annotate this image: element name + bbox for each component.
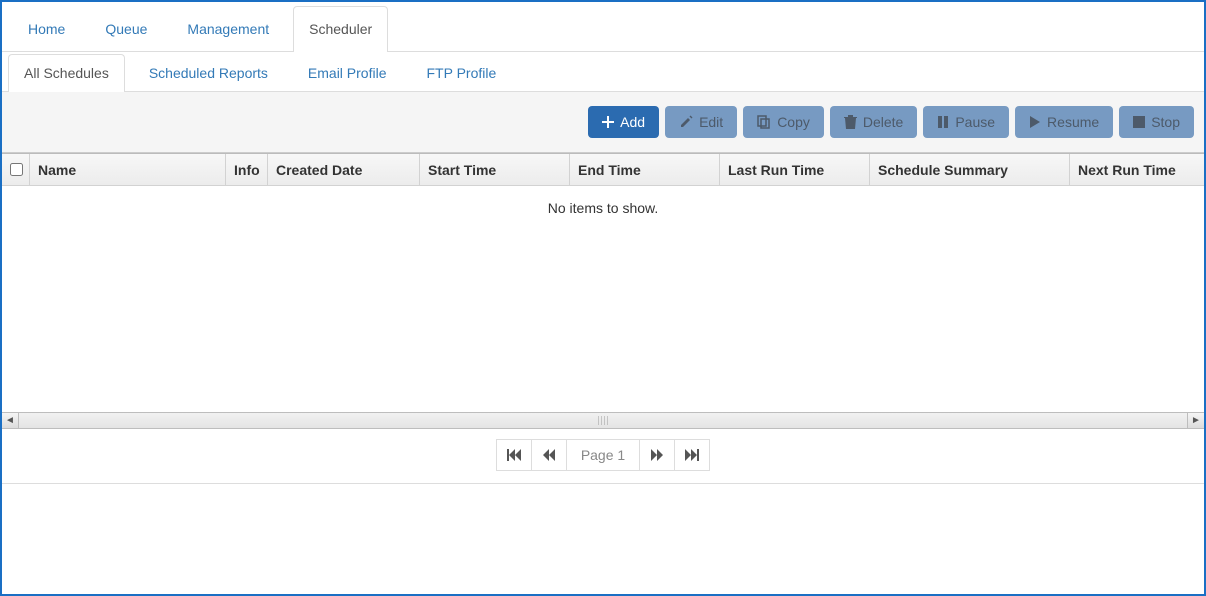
tab-management[interactable]: Management bbox=[171, 6, 285, 51]
pencil-icon bbox=[679, 115, 693, 129]
pager: Page 1 bbox=[2, 429, 1204, 484]
subtab-scheduled-reports[interactable]: Scheduled Reports bbox=[133, 54, 284, 91]
add-button-label: Add bbox=[620, 114, 645, 130]
stop-button[interactable]: Stop bbox=[1119, 106, 1194, 138]
pager-last-button[interactable] bbox=[674, 439, 710, 471]
pause-button-label: Pause bbox=[955, 114, 995, 130]
grid-body: No items to show. bbox=[2, 186, 1204, 412]
stop-button-label: Stop bbox=[1151, 114, 1180, 130]
resume-button[interactable]: Resume bbox=[1015, 106, 1113, 138]
column-created-date[interactable]: Created Date bbox=[268, 154, 420, 185]
subtab-ftp-profile[interactable]: FTP Profile bbox=[411, 54, 513, 91]
column-last-run-time[interactable]: Last Run Time bbox=[720, 154, 870, 185]
grid-header: Name Info Created Date Start Time End Ti… bbox=[2, 154, 1204, 186]
sub-tabs: All Schedules Scheduled Reports Email Pr… bbox=[2, 52, 1204, 92]
toolbar: Add Edit Copy Delete Pause bbox=[2, 92, 1204, 153]
prev-page-icon bbox=[543, 449, 555, 461]
app-frame: Home Queue Management Scheduler All Sche… bbox=[0, 0, 1206, 596]
column-info[interactable]: Info bbox=[226, 154, 268, 185]
scroll-grip-icon bbox=[598, 416, 608, 425]
copy-button[interactable]: Copy bbox=[743, 106, 824, 138]
resume-button-label: Resume bbox=[1047, 114, 1099, 130]
tab-home[interactable]: Home bbox=[12, 6, 81, 51]
first-page-icon bbox=[507, 449, 521, 461]
pager-first-button[interactable] bbox=[496, 439, 532, 471]
last-page-icon bbox=[685, 449, 699, 461]
select-all-checkbox[interactable] bbox=[10, 163, 23, 176]
column-end-time[interactable]: End Time bbox=[570, 154, 720, 185]
column-start-time[interactable]: Start Time bbox=[420, 154, 570, 185]
scroll-left-icon[interactable]: ◄ bbox=[2, 413, 19, 428]
scroll-right-icon[interactable]: ► bbox=[1187, 413, 1204, 428]
delete-button-label: Delete bbox=[863, 114, 903, 130]
pager-prev-button[interactable] bbox=[531, 439, 567, 471]
column-next-run-time[interactable]: Next Run Time bbox=[1070, 154, 1204, 185]
column-select-all[interactable] bbox=[2, 154, 30, 185]
tab-scheduler[interactable]: Scheduler bbox=[293, 6, 388, 52]
plus-icon bbox=[602, 116, 614, 128]
subtab-all-schedules[interactable]: All Schedules bbox=[8, 54, 125, 92]
horizontal-scrollbar[interactable]: ◄ ► bbox=[2, 412, 1204, 429]
edit-button-label: Edit bbox=[699, 114, 723, 130]
tab-queue[interactable]: Queue bbox=[89, 6, 163, 51]
pager-page-label: Page 1 bbox=[566, 439, 640, 471]
column-name[interactable]: Name bbox=[30, 154, 226, 185]
add-button[interactable]: Add bbox=[588, 106, 659, 138]
trash-icon bbox=[844, 115, 857, 129]
pause-button[interactable]: Pause bbox=[923, 106, 1009, 138]
pager-next-button[interactable] bbox=[639, 439, 675, 471]
stop-icon bbox=[1133, 116, 1145, 128]
grid-empty-message: No items to show. bbox=[2, 186, 1204, 216]
copy-button-label: Copy bbox=[777, 114, 810, 130]
next-page-icon bbox=[651, 449, 663, 461]
schedule-grid: Name Info Created Date Start Time End Ti… bbox=[2, 153, 1204, 484]
main-tabs: Home Queue Management Scheduler bbox=[2, 2, 1204, 52]
play-icon bbox=[1029, 116, 1041, 128]
edit-button[interactable]: Edit bbox=[665, 106, 737, 138]
pause-icon bbox=[937, 116, 949, 128]
delete-button[interactable]: Delete bbox=[830, 106, 917, 138]
subtab-email-profile[interactable]: Email Profile bbox=[292, 54, 403, 91]
copy-icon bbox=[757, 115, 771, 129]
column-schedule-summary[interactable]: Schedule Summary bbox=[870, 154, 1070, 185]
